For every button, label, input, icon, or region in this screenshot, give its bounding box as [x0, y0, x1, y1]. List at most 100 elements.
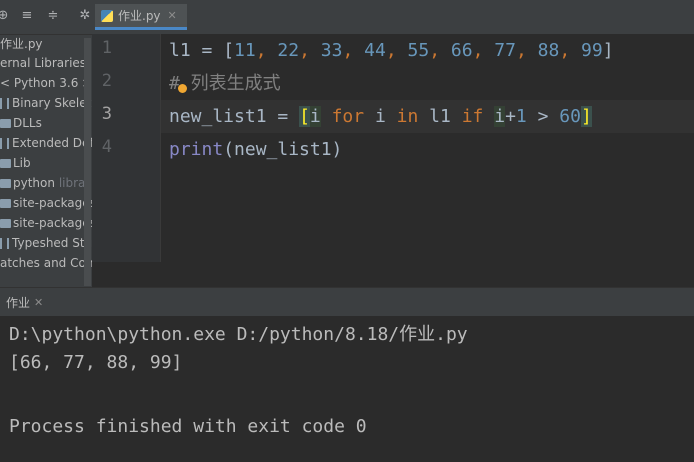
bracket: ] [602, 40, 614, 61]
tree-item-scratches[interactable]: atches and Cons [0, 253, 92, 273]
call-arguments: (new_list1) [223, 139, 343, 160]
matched-bracket: [ [299, 106, 310, 127]
list-separator: , [472, 40, 495, 61]
line-number: 2 [101, 71, 112, 91]
tree-item-file[interactable]: 作业.py [0, 34, 43, 54]
folder-icon [0, 219, 11, 228]
list-number: 88 [537, 40, 560, 61]
code-line-4: print(new_list1) [169, 133, 342, 166]
code-line-1: l1 = [11, 22, 33, 44, 55, 66, 77, 88, 99… [169, 34, 614, 67]
code-editor[interactable]: l1 = [11, 22, 33, 44, 55, 66, 77, 88, 99… [161, 34, 694, 262]
keyword: in [396, 106, 419, 127]
list-number: 22 [277, 40, 300, 61]
tree-item-label: 作业.py [0, 37, 43, 51]
list-separator: , [342, 40, 365, 61]
python-file-icon [101, 9, 113, 22]
project-panel: ⊕ ≡ ≑ ✲ 作业.py ernal Libraries < Python 3… [0, 0, 92, 287]
line-number: 1 [101, 38, 112, 58]
tree-item-dlls[interactable]: DLLs [0, 113, 42, 133]
tree-item-label: Lib [13, 156, 31, 170]
tree-item-label: < Python 3.6 > [0, 76, 92, 90]
keyword: if [461, 106, 484, 127]
editor-tab-label: 作业.py [118, 9, 161, 23]
list-number: 44 [364, 40, 386, 61]
tree-item-label: atches and Cons [0, 256, 92, 270]
line-number: 3 [101, 104, 112, 124]
tree-item-typeshed[interactable]: Typeshed Stu [0, 233, 92, 253]
list-separator: , [385, 40, 408, 61]
line-number-gutter: 1 2 3 4 [92, 34, 161, 262]
folder-icon [0, 179, 11, 188]
keyword: for [331, 106, 365, 127]
list-number: 66 [450, 40, 473, 61]
collapse-all-icon[interactable]: ≑ [46, 9, 60, 23]
list-number: 55 [407, 40, 430, 61]
editor-tab-bar: 作业.py ✕ [92, 0, 694, 35]
variable-name: l1 [429, 106, 451, 127]
tree-item-site-packages-1[interactable]: site-packages [0, 193, 92, 213]
list-separator: , [299, 40, 321, 61]
tree-item-label: ernal Libraries [0, 56, 87, 70]
variable-name: new_list1 [169, 106, 267, 127]
tree-item-label: Extended Def [12, 136, 92, 150]
run-tool-window-header: 作业 ✕ [0, 287, 694, 317]
lightbulb-icon[interactable] [178, 84, 187, 93]
operator: = [266, 106, 300, 127]
run-tab-label: 作业 [6, 295, 31, 310]
loop-variable: i [374, 106, 386, 127]
project-panel-scrollbar[interactable] [84, 38, 91, 286]
run-tab[interactable]: 作业 ✕ [0, 288, 49, 316]
number: 60 [559, 106, 581, 127]
tree-item-extended-def[interactable]: Extended Def [0, 133, 92, 153]
list-separator: , [255, 40, 278, 61]
number: 1 [515, 106, 527, 127]
folder-icon [0, 159, 11, 168]
console-line: Process finished with exit code 0 [9, 416, 367, 437]
library-icon [0, 138, 9, 149]
tree-item-binary-skeletons[interactable]: Binary Skelet [0, 93, 91, 113]
loop-variable: i [309, 106, 321, 127]
variable-name: l1 [169, 40, 191, 61]
run-console[interactable]: D:\python\python.exe D:/python/8.18/作业.p… [0, 316, 694, 462]
tree-item-lib[interactable]: Lib [0, 153, 31, 173]
library-icon [0, 238, 9, 249]
tree-item-external-libraries[interactable]: ernal Libraries [0, 53, 86, 73]
list-separator: , [515, 40, 538, 61]
tree-item-site-packages-2[interactable]: site-packages [0, 213, 92, 233]
list-separator: , [429, 40, 451, 61]
library-icon [0, 98, 9, 109]
list-number: 99 [581, 40, 603, 61]
tree-item-python[interactable]: python librar [0, 173, 90, 193]
list-number: 77 [494, 40, 516, 61]
operator: + [505, 106, 516, 127]
line-number: 4 [101, 137, 112, 157]
close-icon[interactable]: ✕ [34, 296, 43, 309]
matched-bracket: ] [580, 106, 592, 127]
builtin-function: print [169, 139, 224, 160]
project-toolbar: ⊕ ≡ ≑ ✲ [0, 0, 92, 35]
tree-item-label: site-packages [13, 196, 92, 210]
operator: > [526, 106, 560, 127]
locate-icon[interactable]: ⊕ [0, 9, 10, 23]
operator: = [190, 40, 224, 61]
list-number: 11 [234, 40, 256, 61]
tree-item-label: Typeshed Stu [12, 236, 92, 250]
bracket: [ [223, 40, 235, 61]
loop-variable: i [494, 106, 506, 127]
folder-icon [0, 199, 11, 208]
editor-tab-active[interactable]: 作业.py ✕ [95, 4, 187, 30]
tree-item-python-sdk[interactable]: < Python 3.6 > D [0, 73, 92, 93]
list-values: 11, 22, 33, 44, 55, 66, 77, 88, 99 [234, 40, 603, 61]
tree-item-label: Binary Skelet [12, 96, 92, 110]
console-line: D:\python\python.exe D:/python/8.18/作业.p… [9, 324, 468, 345]
list-number: 33 [320, 40, 343, 61]
tree-item-label: DLLs [13, 116, 42, 130]
close-icon[interactable]: ✕ [168, 9, 177, 22]
code-line-3: new_list1 = [i for i in l1 if i+1 > 60] [169, 100, 592, 133]
code-line-2: # 列表生成式 [169, 67, 281, 100]
console-line: [66, 77, 88, 99] [9, 352, 183, 373]
gear-icon[interactable]: ✲ [78, 9, 92, 23]
list-separator: , [559, 40, 582, 61]
tree-item-label: site-packages [13, 216, 92, 230]
expand-all-icon[interactable]: ≡ [20, 9, 34, 23]
